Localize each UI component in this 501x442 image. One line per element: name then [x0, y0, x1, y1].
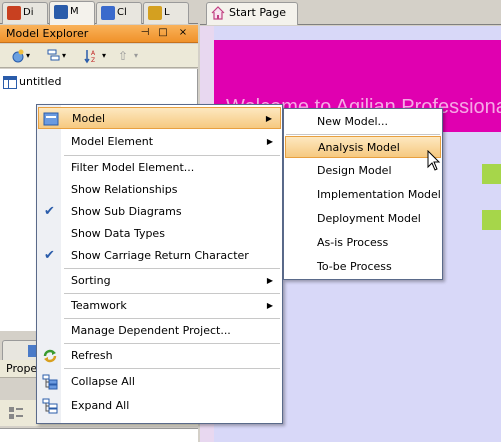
- submenu-arrow-icon: ▶: [266, 301, 273, 310]
- pin-icon[interactable]: ⊣: [138, 26, 152, 40]
- menu-separator: [64, 155, 280, 156]
- left-tab-strip: Di M Cl L: [0, 0, 198, 25]
- checkmark-icon: ✔: [44, 204, 55, 219]
- diagram-navigator-icon: [7, 6, 21, 20]
- submenu-item-implementation-model[interactable]: Implementation Model: [285, 184, 441, 206]
- tree-item-untitled[interactable]: untitled: [3, 74, 61, 90]
- chevron-down-icon[interactable]: ▾: [62, 48, 78, 64]
- menu-separator: [286, 134, 440, 135]
- sort-az-icon[interactable]: AZ: [84, 48, 100, 64]
- categorized-icon[interactable]: [8, 405, 24, 421]
- submenu-arrow-icon: ▶: [266, 137, 273, 146]
- menu-item-show-relationships[interactable]: Show Relationships: [38, 179, 281, 201]
- model-explorer-icon: [54, 5, 68, 19]
- logical-view-icon: [148, 6, 162, 20]
- model-icon: [43, 111, 59, 127]
- svg-text:A: A: [91, 50, 96, 57]
- submenu-item-as-is-process[interactable]: As-is Process: [285, 232, 441, 254]
- tab-diagram-navigator[interactable]: Di: [2, 2, 48, 24]
- submenu-item-to-be-process[interactable]: To-be Process: [285, 256, 441, 278]
- menu-separator: [64, 318, 280, 319]
- expand-all-icon: [42, 398, 58, 414]
- menu-item-collapse-all[interactable]: Collapse All: [38, 371, 281, 393]
- chevron-down-icon[interactable]: ▾: [102, 48, 118, 64]
- menu-item-refresh[interactable]: Refresh: [38, 345, 281, 367]
- model-submenu: New Model... Analysis Model Design Model…: [283, 108, 443, 280]
- tab-class-repository[interactable]: Cl: [96, 2, 142, 24]
- close-icon[interactable]: ×: [176, 26, 190, 40]
- menu-item-filter-model-element[interactable]: Filter Model Element...: [38, 157, 281, 179]
- checkmark-icon: ✔: [44, 248, 55, 263]
- project-icon: [3, 75, 17, 89]
- panel-title: Model Explorer: [6, 27, 89, 40]
- menu-item-show-sub-diagrams[interactable]: ✔ Show Sub Diagrams: [38, 201, 281, 223]
- collapse-all-icon: [42, 374, 58, 390]
- submenu-item-analysis-model[interactable]: Analysis Model: [285, 136, 441, 158]
- submenu-item-deployment-model[interactable]: Deployment Model: [285, 208, 441, 230]
- chevron-down-icon[interactable]: ▾: [134, 48, 150, 64]
- refresh-icon: [42, 348, 58, 364]
- menu-item-expand-all[interactable]: Expand All: [38, 395, 281, 417]
- editor-tab-strip: Start Page: [200, 0, 501, 25]
- menu-item-manage-dependent-project[interactable]: Manage Dependent Project...: [38, 320, 281, 342]
- context-menu: Model ▶ Model Element ▶ Filter Model Ele…: [36, 104, 283, 424]
- submenu-item-design-model[interactable]: Design Model: [285, 160, 441, 182]
- menu-item-show-data-types[interactable]: Show Data Types: [38, 223, 281, 245]
- menu-item-sorting[interactable]: Sorting ▶: [38, 270, 281, 292]
- properties-grid: [0, 428, 198, 442]
- new-model-icon[interactable]: [10, 48, 26, 64]
- submenu-arrow-icon: ▶: [265, 114, 272, 123]
- menu-item-model-element[interactable]: Model Element ▶: [38, 131, 281, 153]
- start-page-button[interactable]: [482, 164, 501, 184]
- mouse-cursor-icon: [427, 149, 443, 172]
- tab-start-page[interactable]: Start Page: [206, 2, 298, 25]
- menu-separator: [64, 268, 280, 269]
- svg-text:Z: Z: [91, 57, 95, 64]
- menu-item-model[interactable]: Model ▶: [38, 107, 281, 129]
- model-explorer-toolbar: ▾ ▾ AZ ▾ ⇧ ▾: [0, 44, 198, 68]
- class-repository-icon: [101, 6, 115, 20]
- submenu-item-new-model[interactable]: New Model...: [285, 111, 441, 133]
- menu-separator: [64, 368, 280, 369]
- menu-item-teamwork[interactable]: Teamwork ▶: [38, 295, 281, 317]
- maximize-icon[interactable]: □: [156, 26, 170, 40]
- submenu-arrow-icon: ▶: [266, 276, 273, 285]
- menu-separator: [64, 293, 280, 294]
- filter-icon[interactable]: [46, 48, 62, 64]
- model-explorer-header: Model Explorer ⊣ □ ×: [0, 25, 198, 43]
- properties-title: Prope: [6, 362, 38, 375]
- menu-separator: [64, 343, 280, 344]
- menu-item-show-carriage-return[interactable]: ✔ Show Carriage Return Character: [38, 245, 281, 267]
- chevron-down-icon[interactable]: ▾: [26, 48, 42, 64]
- home-icon: [211, 6, 225, 20]
- tab-model-explorer[interactable]: M: [49, 1, 95, 25]
- up-arrow-icon[interactable]: ⇧: [118, 48, 134, 64]
- start-page-button[interactable]: [482, 210, 501, 230]
- tab-logical-view[interactable]: L: [143, 2, 189, 24]
